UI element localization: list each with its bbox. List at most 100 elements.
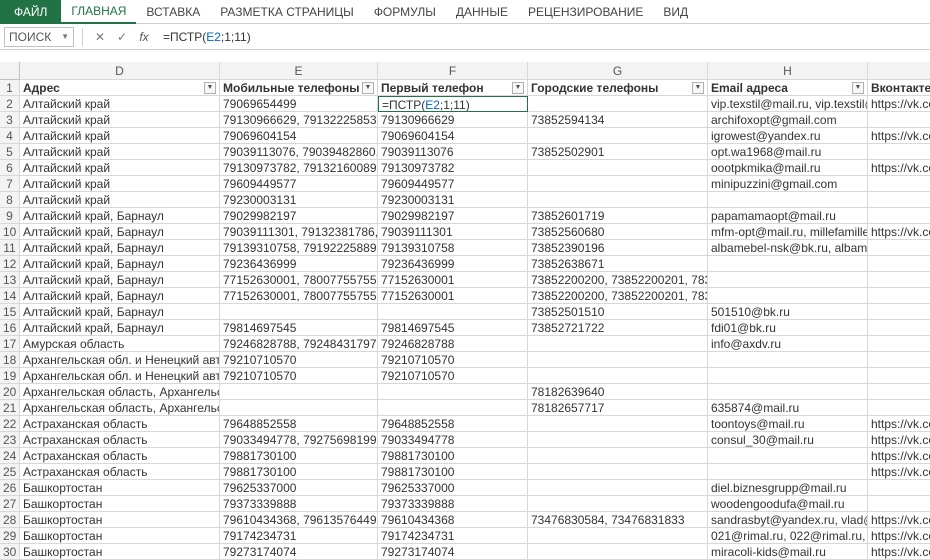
cell[interactable]: Алтайский край, Барнаул xyxy=(20,240,220,256)
enter-icon[interactable]: ✓ xyxy=(113,28,131,46)
cell[interactable]: 77152630001 xyxy=(378,272,528,288)
cell[interactable]: Алтайский край, Барнаул xyxy=(20,208,220,224)
row-header[interactable]: 23 xyxy=(0,432,20,448)
cell[interactable] xyxy=(868,288,930,304)
cell[interactable]: 79033494778, 79275698199 xyxy=(220,432,378,448)
cell[interactable] xyxy=(868,496,930,512)
table-header-G[interactable]: Городские телефоны▼ xyxy=(528,80,708,96)
cell[interactable]: https://vk.com/clul xyxy=(868,416,930,432)
cell[interactable]: Алтайский край, Барнаул xyxy=(20,256,220,272)
cell[interactable]: https://vk.com/rijii xyxy=(868,448,930,464)
ribbon-tab-insert[interactable]: ВСТАВКА xyxy=(136,0,210,24)
cell[interactable] xyxy=(378,304,528,320)
cell[interactable]: 79881730100 xyxy=(378,464,528,480)
cell[interactable] xyxy=(708,192,868,208)
row-header[interactable]: 30 xyxy=(0,544,20,560)
ribbon-tab-formulas[interactable]: ФОРМУЛЫ xyxy=(364,0,446,24)
cell[interactable]: Архангельская область, Архангельск xyxy=(20,384,220,400)
cell[interactable] xyxy=(708,464,868,480)
ribbon-tab-home[interactable]: ГЛАВНАЯ xyxy=(61,0,136,24)
filter-dropdown-icon[interactable]: ▼ xyxy=(692,82,704,94)
cell[interactable]: 78182657717 xyxy=(528,400,708,416)
cell[interactable]: 79210710570 xyxy=(378,368,528,384)
cell[interactable]: 73852200200, 73852200201, 78312723884, 7… xyxy=(528,288,708,304)
cell[interactable]: 79130966629 xyxy=(378,112,528,128)
col-header-H[interactable]: H xyxy=(708,62,868,80)
file-tab[interactable]: ФАЙЛ xyxy=(0,0,61,24)
cell[interactable]: 79881730100 xyxy=(378,448,528,464)
cell[interactable]: 79029982197 xyxy=(220,208,378,224)
cell[interactable]: Алтайский край xyxy=(20,112,220,128)
cell[interactable]: Астраханская область xyxy=(20,448,220,464)
cell[interactable]: Башкортостан xyxy=(20,480,220,496)
cell[interactable] xyxy=(528,352,708,368)
row-header[interactable]: 28 xyxy=(0,512,20,528)
cell[interactable] xyxy=(868,272,930,288)
cell[interactable]: 78182639640 xyxy=(528,384,708,400)
cell[interactable]: 79881730100 xyxy=(220,448,378,464)
row-header[interactable]: 18 xyxy=(0,352,20,368)
cell[interactable] xyxy=(528,528,708,544)
cell[interactable]: info@axdv.ru xyxy=(708,336,868,352)
cell[interactable] xyxy=(868,304,930,320)
name-box[interactable]: ПОИСК ▼ xyxy=(4,27,74,47)
row-header[interactable]: 2 xyxy=(0,96,20,112)
cell[interactable] xyxy=(868,144,930,160)
row-header[interactable]: 26 xyxy=(0,480,20,496)
cell[interactable]: Алтайский край, Барнаул xyxy=(20,288,220,304)
cell[interactable] xyxy=(528,368,708,384)
cell[interactable] xyxy=(528,160,708,176)
cell[interactable]: 79069604154 xyxy=(378,128,528,144)
cell[interactable]: fdi01@bk.ru xyxy=(708,320,868,336)
filter-dropdown-icon[interactable]: ▼ xyxy=(852,82,864,94)
cell[interactable]: Алтайский край xyxy=(20,128,220,144)
row-header[interactable]: 13 xyxy=(0,272,20,288)
cell[interactable] xyxy=(868,336,930,352)
cell[interactable]: 79273174074 xyxy=(220,544,378,560)
cell[interactable]: 79373339888 xyxy=(378,496,528,512)
cell[interactable]: Алтайский край, Барнаул xyxy=(20,320,220,336)
cell[interactable]: https://vk.com/igro xyxy=(868,128,930,144)
cell[interactable] xyxy=(528,128,708,144)
filter-dropdown-icon[interactable]: ▼ xyxy=(362,82,374,94)
cell[interactable] xyxy=(868,192,930,208)
row-header[interactable]: 16 xyxy=(0,320,20,336)
cell[interactable]: 79610434368, 79613576449 xyxy=(220,512,378,528)
cell[interactable]: 79039111301 xyxy=(378,224,528,240)
cell[interactable]: 79881730100 xyxy=(220,464,378,480)
row-header[interactable]: 29 xyxy=(0,528,20,544)
cell[interactable]: diel.biznesgrupp@mail.ru xyxy=(708,480,868,496)
cell[interactable]: vip.texstil@mail.ru, vip.texstil@ xyxy=(708,96,868,112)
table-header-I[interactable]: Вконтакте▼ xyxy=(868,80,930,96)
cell[interactable]: 73852601719 xyxy=(528,208,708,224)
filter-dropdown-icon[interactable]: ▼ xyxy=(512,82,524,94)
cell[interactable]: 79069604154 xyxy=(220,128,378,144)
cell[interactable] xyxy=(378,384,528,400)
cell[interactable]: 79236436999 xyxy=(378,256,528,272)
cell[interactable]: 021@rimal.ru, 022@rimal.ru, 02 xyxy=(708,528,868,544)
cell[interactable]: https://vk.com/opt xyxy=(868,96,930,112)
cell[interactable]: https://vk.com/clul xyxy=(868,160,930,176)
select-all-corner[interactable] xyxy=(0,62,20,80)
cell[interactable]: 79039111301, 79132381786, 7961 xyxy=(220,224,378,240)
active-cell[interactable]: =ПСТР(E2;1;11) xyxy=(378,96,528,112)
cell[interactable]: 79139310758, 79192225889, 7983 xyxy=(220,240,378,256)
cell[interactable]: 501510@bk.ru xyxy=(708,304,868,320)
cell[interactable] xyxy=(868,400,930,416)
cell[interactable] xyxy=(708,384,868,400)
cell[interactable]: 79029982197 xyxy=(378,208,528,224)
cell[interactable]: https://vk.com/clul xyxy=(868,512,930,528)
cell[interactable]: 79139310758 xyxy=(378,240,528,256)
cell[interactable]: 79648852558 xyxy=(378,416,528,432)
table-header-D[interactable]: Адрес▼ xyxy=(20,80,220,96)
row-header[interactable]: 6 xyxy=(0,160,20,176)
cell[interactable] xyxy=(708,272,868,288)
filter-dropdown-icon[interactable]: ▼ xyxy=(204,82,216,94)
cell[interactable]: archifoxopt@gmail.com xyxy=(708,112,868,128)
cell[interactable]: Алтайский край, Барнаул xyxy=(20,272,220,288)
cell[interactable]: https://vk.com/pub xyxy=(868,544,930,560)
col-header-G[interactable]: G xyxy=(528,62,708,80)
cell[interactable]: 73852638671 xyxy=(528,256,708,272)
cell[interactable]: 79814697545 xyxy=(378,320,528,336)
cell[interactable]: sandrasbyt@yandex.ru, vlad@h xyxy=(708,512,868,528)
